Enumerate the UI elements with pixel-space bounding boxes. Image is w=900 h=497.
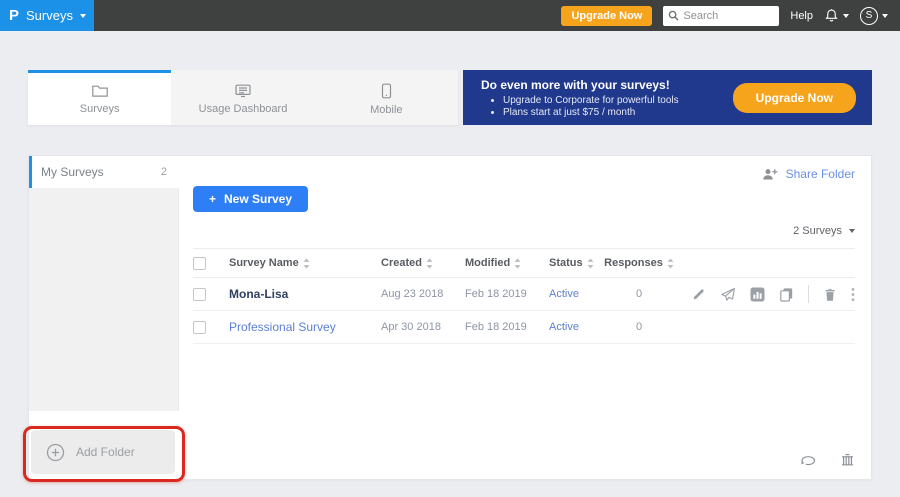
help-link[interactable]: Help — [790, 10, 813, 22]
archived-surveys-icon[interactable] — [840, 453, 855, 468]
survey-name-link[interactable]: Mona-Lisa — [229, 287, 288, 301]
person-plus-icon — [762, 167, 779, 181]
row-checkbox[interactable] — [193, 288, 206, 301]
send-paper-plane-icon[interactable] — [720, 287, 736, 302]
created-date: Apr 30 2018 — [381, 321, 441, 333]
column-header[interactable]: Responses — [604, 257, 663, 269]
search-icon — [668, 10, 679, 21]
column-header[interactable]: Created — [381, 257, 422, 269]
tab-mobile[interactable]: Mobile — [315, 70, 458, 125]
responses-count: 0 — [636, 321, 642, 333]
proprofs-logo: P — [9, 7, 19, 24]
folder-count: 2 — [161, 166, 167, 178]
modified-date: Feb 18 2019 — [465, 288, 527, 300]
tab-label: Mobile — [370, 104, 402, 116]
top-bar: P Surveys Upgrade Now Help S — [0, 0, 900, 31]
column-header[interactable]: Status — [549, 257, 583, 269]
folders-sidebar: My Surveys 2 Add Folder — [29, 156, 179, 479]
divider — [808, 285, 809, 303]
surveys-panel: My Surveys 2 Add Folder Share Folder + N… — [28, 155, 872, 480]
banner-text: Do even more with your surveys! Upgrade … — [481, 78, 679, 118]
folder-label: My Surveys — [41, 165, 104, 179]
add-folder-label: Add Folder — [76, 445, 135, 459]
reports-chart-icon[interactable] — [750, 287, 765, 302]
dashboard-icon — [234, 83, 252, 98]
tab-surveys[interactable]: Surveys — [28, 70, 171, 125]
table-header-row: Survey Name Created Modified Status Resp… — [193, 248, 855, 278]
banner-upgrade-button[interactable]: Upgrade Now — [733, 83, 856, 113]
table-row: Mona-Lisa Aug 23 2018 Feb 18 2019 Active… — [193, 278, 855, 311]
row-checkbox[interactable] — [193, 321, 206, 334]
surveys-count-dropdown[interactable]: 2 Surveys — [193, 225, 855, 237]
select-all-checkbox[interactable] — [193, 257, 206, 270]
sort-icon[interactable] — [587, 258, 594, 269]
copy-icon[interactable] — [779, 287, 794, 302]
share-folder-label: Share Folder — [786, 167, 855, 181]
banner-bullets: Upgrade to Corporate for powerful tools … — [503, 95, 679, 118]
search-input[interactable] — [683, 10, 774, 22]
sort-icon[interactable] — [303, 258, 310, 269]
footer-icons — [799, 453, 855, 468]
add-folder-button[interactable]: Add Folder — [31, 430, 175, 474]
chevron-down-icon — [882, 14, 888, 18]
share-row: Share Folder — [193, 165, 855, 183]
sort-icon[interactable] — [667, 258, 674, 269]
chevron-down-icon — [843, 14, 849, 18]
new-survey-row: + New Survey — [193, 186, 855, 212]
search-box[interactable] — [663, 6, 779, 26]
chevron-down-icon — [849, 229, 855, 233]
tab-label: Usage Dashboard — [199, 103, 288, 115]
section-tabs: Surveys Usage Dashboard Mobile — [28, 70, 458, 125]
chevron-down-icon — [80, 14, 86, 18]
column-header[interactable]: Modified — [465, 257, 510, 269]
banner-title: Do even more with your surveys! — [481, 78, 679, 92]
sidebar-item-my-surveys[interactable]: My Surveys 2 — [29, 156, 179, 188]
history-icon[interactable] — [799, 453, 816, 468]
upgrade-now-button[interactable]: Upgrade Now — [561, 6, 652, 26]
avatar: S — [860, 7, 878, 25]
sort-icon[interactable] — [426, 258, 433, 269]
banner-bullet: Plans start at just $75 / month — [503, 107, 679, 118]
surveys-table: Survey Name Created Modified Status Resp… — [193, 248, 855, 344]
delete-trash-icon[interactable] — [823, 287, 837, 302]
edit-pencil-icon[interactable] — [691, 287, 706, 302]
survey-name-link[interactable]: Professional Survey — [229, 320, 336, 334]
product-menu-label: Surveys — [26, 8, 73, 23]
more-kebab-icon[interactable] — [851, 287, 855, 302]
status-link[interactable]: Active — [549, 288, 579, 300]
status-link[interactable]: Active — [549, 321, 579, 333]
top-bar-right: Upgrade Now Help S — [561, 6, 900, 26]
modified-date: Feb 18 2019 — [465, 321, 527, 333]
share-folder-link[interactable]: Share Folder — [762, 165, 855, 183]
responses-count: 0 — [636, 288, 642, 300]
notifications-menu[interactable] — [824, 8, 849, 23]
row-actions — [675, 285, 855, 303]
tab-usage-dashboard[interactable]: Usage Dashboard — [171, 70, 314, 125]
product-switcher[interactable]: P Surveys — [0, 0, 94, 31]
upsell-banner: Do even more with your surveys! Upgrade … — [463, 70, 872, 125]
mobile-icon — [381, 83, 392, 99]
created-date: Aug 23 2018 — [381, 288, 443, 300]
surveys-count-label: 2 Surveys — [793, 225, 842, 237]
new-survey-label: New Survey — [224, 192, 292, 206]
plus-icon: + — [209, 192, 216, 206]
banner-bullet: Upgrade to Corporate for powerful tools — [503, 95, 679, 106]
tabs-banner-band: Surveys Usage Dashboard Mobile Do even m… — [28, 70, 872, 125]
folder-icon — [91, 83, 109, 98]
account-menu[interactable]: S — [860, 7, 888, 25]
surveys-content: Share Folder + New Survey 2 Surveys Surv… — [179, 156, 871, 479]
column-header[interactable]: Survey Name — [229, 257, 299, 269]
plus-circle-icon — [46, 443, 65, 462]
new-survey-button[interactable]: + New Survey — [193, 186, 308, 212]
folder-list-area — [29, 188, 179, 411]
bell-icon — [824, 8, 839, 23]
tab-label: Surveys — [80, 103, 120, 115]
table-row: Professional Survey Apr 30 2018 Feb 18 2… — [193, 311, 855, 344]
sort-icon[interactable] — [514, 258, 521, 269]
